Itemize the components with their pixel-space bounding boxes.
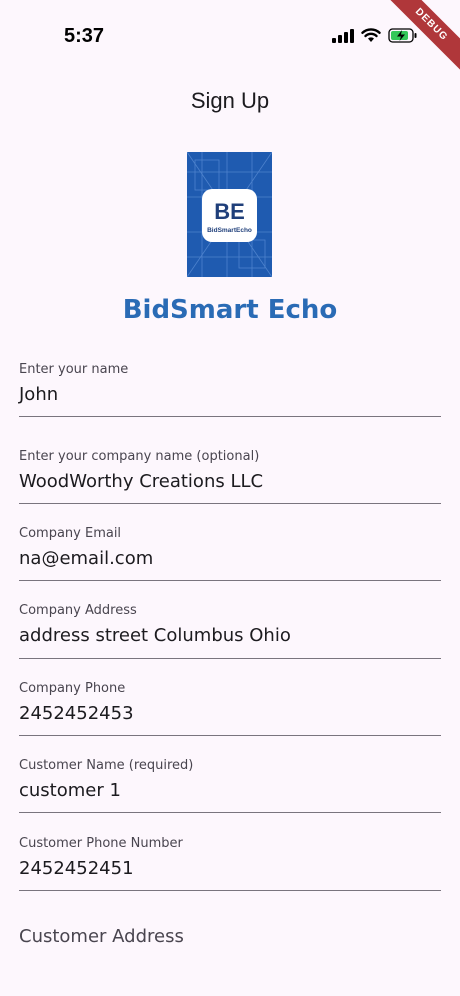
customer-name-field-value[interactable]: customer 1 (19, 780, 121, 801)
customer-phone-field-value[interactable]: 2452452451 (19, 858, 134, 879)
company-address-field[interactable]: Company Address address street Columbus … (19, 603, 441, 659)
company-email-field-label: Company Email (19, 526, 122, 541)
customer-phone-field[interactable]: Customer Phone Number 2452452451 (19, 836, 441, 891)
wifi-icon (361, 28, 381, 42)
company-phone-field[interactable]: Company Phone 2452452453 (19, 681, 441, 736)
signal-icon (332, 28, 354, 43)
page-title: Sign Up (190, 88, 270, 113)
customer-name-field[interactable]: Customer Name (required) customer 1 (19, 758, 441, 813)
status-time: 5:37 (64, 25, 105, 47)
company-email-field-value[interactable]: na@email.com (19, 548, 153, 569)
status-bar: 5:37 DEBUG (0, 0, 460, 79)
customer-name-field-label: Customer Name (required) (19, 758, 194, 773)
name-field-value[interactable]: John (19, 384, 58, 405)
status-icons (332, 28, 418, 43)
logo-monogram: BE (214, 199, 245, 224)
company-phone-field-value[interactable]: 2452452453 (19, 703, 134, 724)
name-field[interactable]: Enter your name John (19, 362, 441, 417)
customer-address-field[interactable]: Customer Address (19, 926, 184, 947)
company-address-field-label: Company Address (19, 603, 137, 618)
company-name-field-label: Enter your company name (optional) (19, 449, 260, 464)
battery-charging-icon (388, 28, 417, 43)
company-email-field[interactable]: Company Email na@email.com (19, 526, 441, 581)
app-logo: BE BidSmartEcho (186, 151, 273, 278)
company-name-field-value[interactable]: WoodWorthy Creations LLC (19, 471, 263, 492)
brand-name: BidSmart Echo (122, 295, 338, 325)
customer-phone-field-label: Customer Phone Number (19, 836, 183, 851)
logo-text: BidSmartEcho (207, 227, 252, 234)
company-name-field[interactable]: Enter your company name (optional) WoodW… (19, 449, 441, 504)
name-field-label: Enter your name (19, 362, 129, 377)
company-address-field-value[interactable]: address street Columbus Ohio (19, 625, 291, 646)
company-phone-field-label: Company Phone (19, 681, 126, 696)
